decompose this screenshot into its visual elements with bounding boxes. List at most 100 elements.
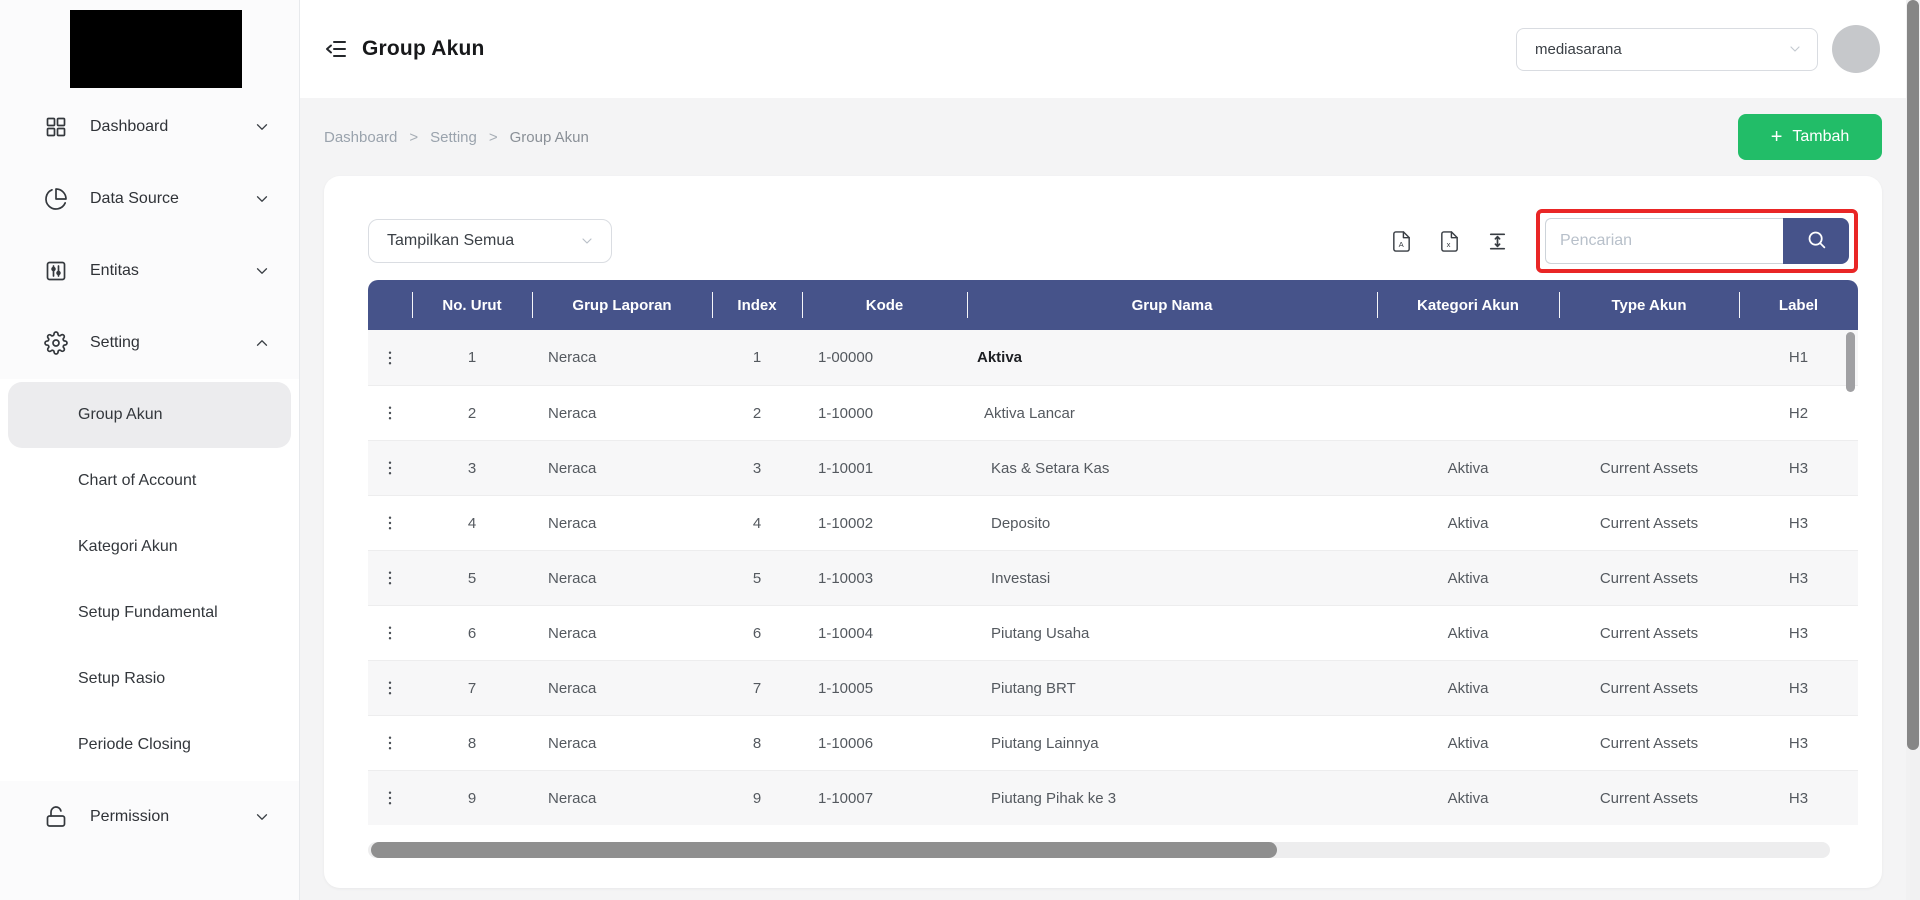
cell-grup-nama: Investasi [967, 551, 1377, 605]
app-logo [70, 10, 242, 88]
cell-kode: 1-10000 [802, 386, 967, 440]
horizontal-scrollbar-thumb[interactable] [371, 842, 1277, 858]
row-menu-cell [368, 496, 412, 550]
cell-grup-laporan: Neraca [532, 716, 712, 770]
kebab-menu-icon[interactable] [368, 789, 412, 807]
cell-type-akun: Current Assets [1559, 551, 1739, 605]
table-toolbar: Tampilkan Semua A x [368, 214, 1858, 268]
table-row: 6Neraca61-10004Piutang UsahaAktivaCurren… [368, 605, 1858, 660]
breadcrumb-item-group-akun[interactable]: Group Akun [510, 129, 589, 146]
kebab-menu-icon[interactable] [368, 624, 412, 642]
cell-type-akun: Current Assets [1559, 606, 1739, 660]
col-header-index: Index [712, 280, 802, 330]
unlock-icon [44, 805, 68, 829]
cell-label: H3 [1739, 496, 1858, 550]
search-highlight-box [1536, 209, 1858, 273]
cell-type-akun: Current Assets [1559, 496, 1739, 550]
sidebar-item-setting[interactable]: Setting [0, 307, 299, 379]
kebab-menu-icon[interactable] [368, 349, 412, 367]
table-vertical-scrollbar-thumb[interactable] [1846, 332, 1855, 392]
table-row: 8Neraca81-10006Piutang LainnyaAktivaCurr… [368, 715, 1858, 770]
cell-label: H3 [1739, 551, 1858, 605]
menu-fold-icon[interactable] [324, 37, 348, 61]
sidebar-subitem-kategori-akun[interactable]: Kategori Akun [0, 514, 299, 580]
avatar[interactable] [1832, 25, 1880, 73]
main-area: Group Akun mediasarana Dashboard > Setti… [300, 0, 1906, 900]
table-row: 7Neraca71-10005Piutang BRTAktivaCurrent … [368, 660, 1858, 715]
sidebar-item-label: Entitas [90, 262, 253, 280]
cell-kode: 1-10006 [802, 716, 967, 770]
cell-index: 1 [712, 330, 802, 385]
sidebar-item-entitas[interactable]: Entitas [0, 235, 299, 307]
cell-label: H3 [1739, 606, 1858, 660]
kebab-menu-icon[interactable] [368, 569, 412, 587]
cell-index: 5 [712, 551, 802, 605]
cell-grup-nama: Kas & Setara Kas [967, 441, 1377, 495]
window-scrollbar [1906, 0, 1920, 900]
sidebar-item-dashboard[interactable]: Dashboard [0, 91, 299, 163]
add-button-label: Tambah [1792, 128, 1849, 146]
col-header-no-urut: No. Urut [412, 280, 532, 330]
sidebar-subitem-chart-of-account[interactable]: Chart of Account [0, 448, 299, 514]
add-button[interactable]: + Tambah [1738, 114, 1882, 160]
search-button[interactable] [1783, 218, 1849, 264]
table-row: 3Neraca31-10001Kas & Setara KasAktivaCur… [368, 440, 1858, 495]
sidebar-subitem-periode-closing[interactable]: Periode Closing [0, 712, 299, 778]
col-header-menu [368, 280, 412, 330]
row-menu-cell [368, 661, 412, 715]
cell-grup-laporan: Neraca [532, 606, 712, 660]
sliders-icon [44, 259, 68, 283]
cell-kode: 1-00000 [802, 330, 967, 385]
gear-icon [44, 331, 68, 355]
entity-select-value: mediasarana [1535, 41, 1622, 58]
svg-text:A: A [1399, 239, 1405, 248]
kebab-menu-icon[interactable] [368, 734, 412, 752]
sidebar-subitem-setup-rasio[interactable]: Setup Rasio [0, 646, 299, 712]
cell-type-akun [1559, 330, 1739, 385]
row-menu-cell [368, 716, 412, 770]
kebab-menu-icon[interactable] [368, 404, 412, 422]
cell-no-urut: 7 [412, 661, 532, 715]
window-scrollbar-thumb[interactable] [1907, 0, 1919, 750]
export-excel-icon[interactable]: x [1438, 230, 1461, 253]
col-header-type-akun: Type Akun [1559, 280, 1739, 330]
chevron-down-icon [579, 233, 595, 249]
subitem-label: Group Akun [78, 406, 163, 424]
filter-select-value: Tampilkan Semua [387, 232, 514, 250]
cell-grup-nama: Piutang Pihak ke 3 [967, 771, 1377, 825]
col-header-label: Label [1739, 280, 1858, 330]
cell-kategori-akun: Aktiva [1377, 551, 1559, 605]
kebab-menu-icon[interactable] [368, 514, 412, 532]
sidebar-subitem-group-akun[interactable]: Group Akun [8, 382, 291, 448]
search-input[interactable] [1545, 218, 1783, 264]
row-menu-cell [368, 606, 412, 660]
row-height-icon[interactable] [1486, 230, 1509, 253]
topbar: Group Akun mediasarana [300, 0, 1906, 98]
cell-no-urut: 4 [412, 496, 532, 550]
sidebar-subitem-setup-fundamental[interactable]: Setup Fundamental [0, 580, 299, 646]
cell-label: H3 [1739, 441, 1858, 495]
table-body: 1Neraca11-00000AktivaH12Neraca21-10000Ak… [368, 330, 1858, 825]
cell-type-akun: Current Assets [1559, 441, 1739, 495]
kebab-menu-icon[interactable] [368, 679, 412, 697]
cell-no-urut: 6 [412, 606, 532, 660]
entity-select[interactable]: mediasarana [1516, 28, 1818, 71]
cell-kode: 1-10001 [802, 441, 967, 495]
breadcrumb: Dashboard > Setting > Group Akun + Tamba… [300, 98, 1906, 176]
kebab-menu-icon[interactable] [368, 459, 412, 477]
table-row: 1Neraca11-00000AktivaH1 [368, 330, 1858, 385]
sidebar-item-permission[interactable]: Permission [0, 781, 299, 853]
cell-no-urut: 9 [412, 771, 532, 825]
breadcrumb-item-setting[interactable]: Setting [430, 129, 477, 146]
sidebar-item-data-source[interactable]: Data Source [0, 163, 299, 235]
chevron-up-icon [253, 334, 271, 352]
row-menu-cell [368, 551, 412, 605]
breadcrumb-item-dashboard[interactable]: Dashboard [324, 129, 397, 146]
subitem-label: Kategori Akun [78, 538, 178, 556]
export-pdf-icon[interactable]: A [1390, 230, 1413, 253]
cell-index: 8 [712, 716, 802, 770]
chevron-down-icon [1787, 41, 1803, 57]
filter-select[interactable]: Tampilkan Semua [368, 219, 612, 263]
cell-kategori-akun: Aktiva [1377, 771, 1559, 825]
cell-kategori-akun [1377, 330, 1559, 385]
